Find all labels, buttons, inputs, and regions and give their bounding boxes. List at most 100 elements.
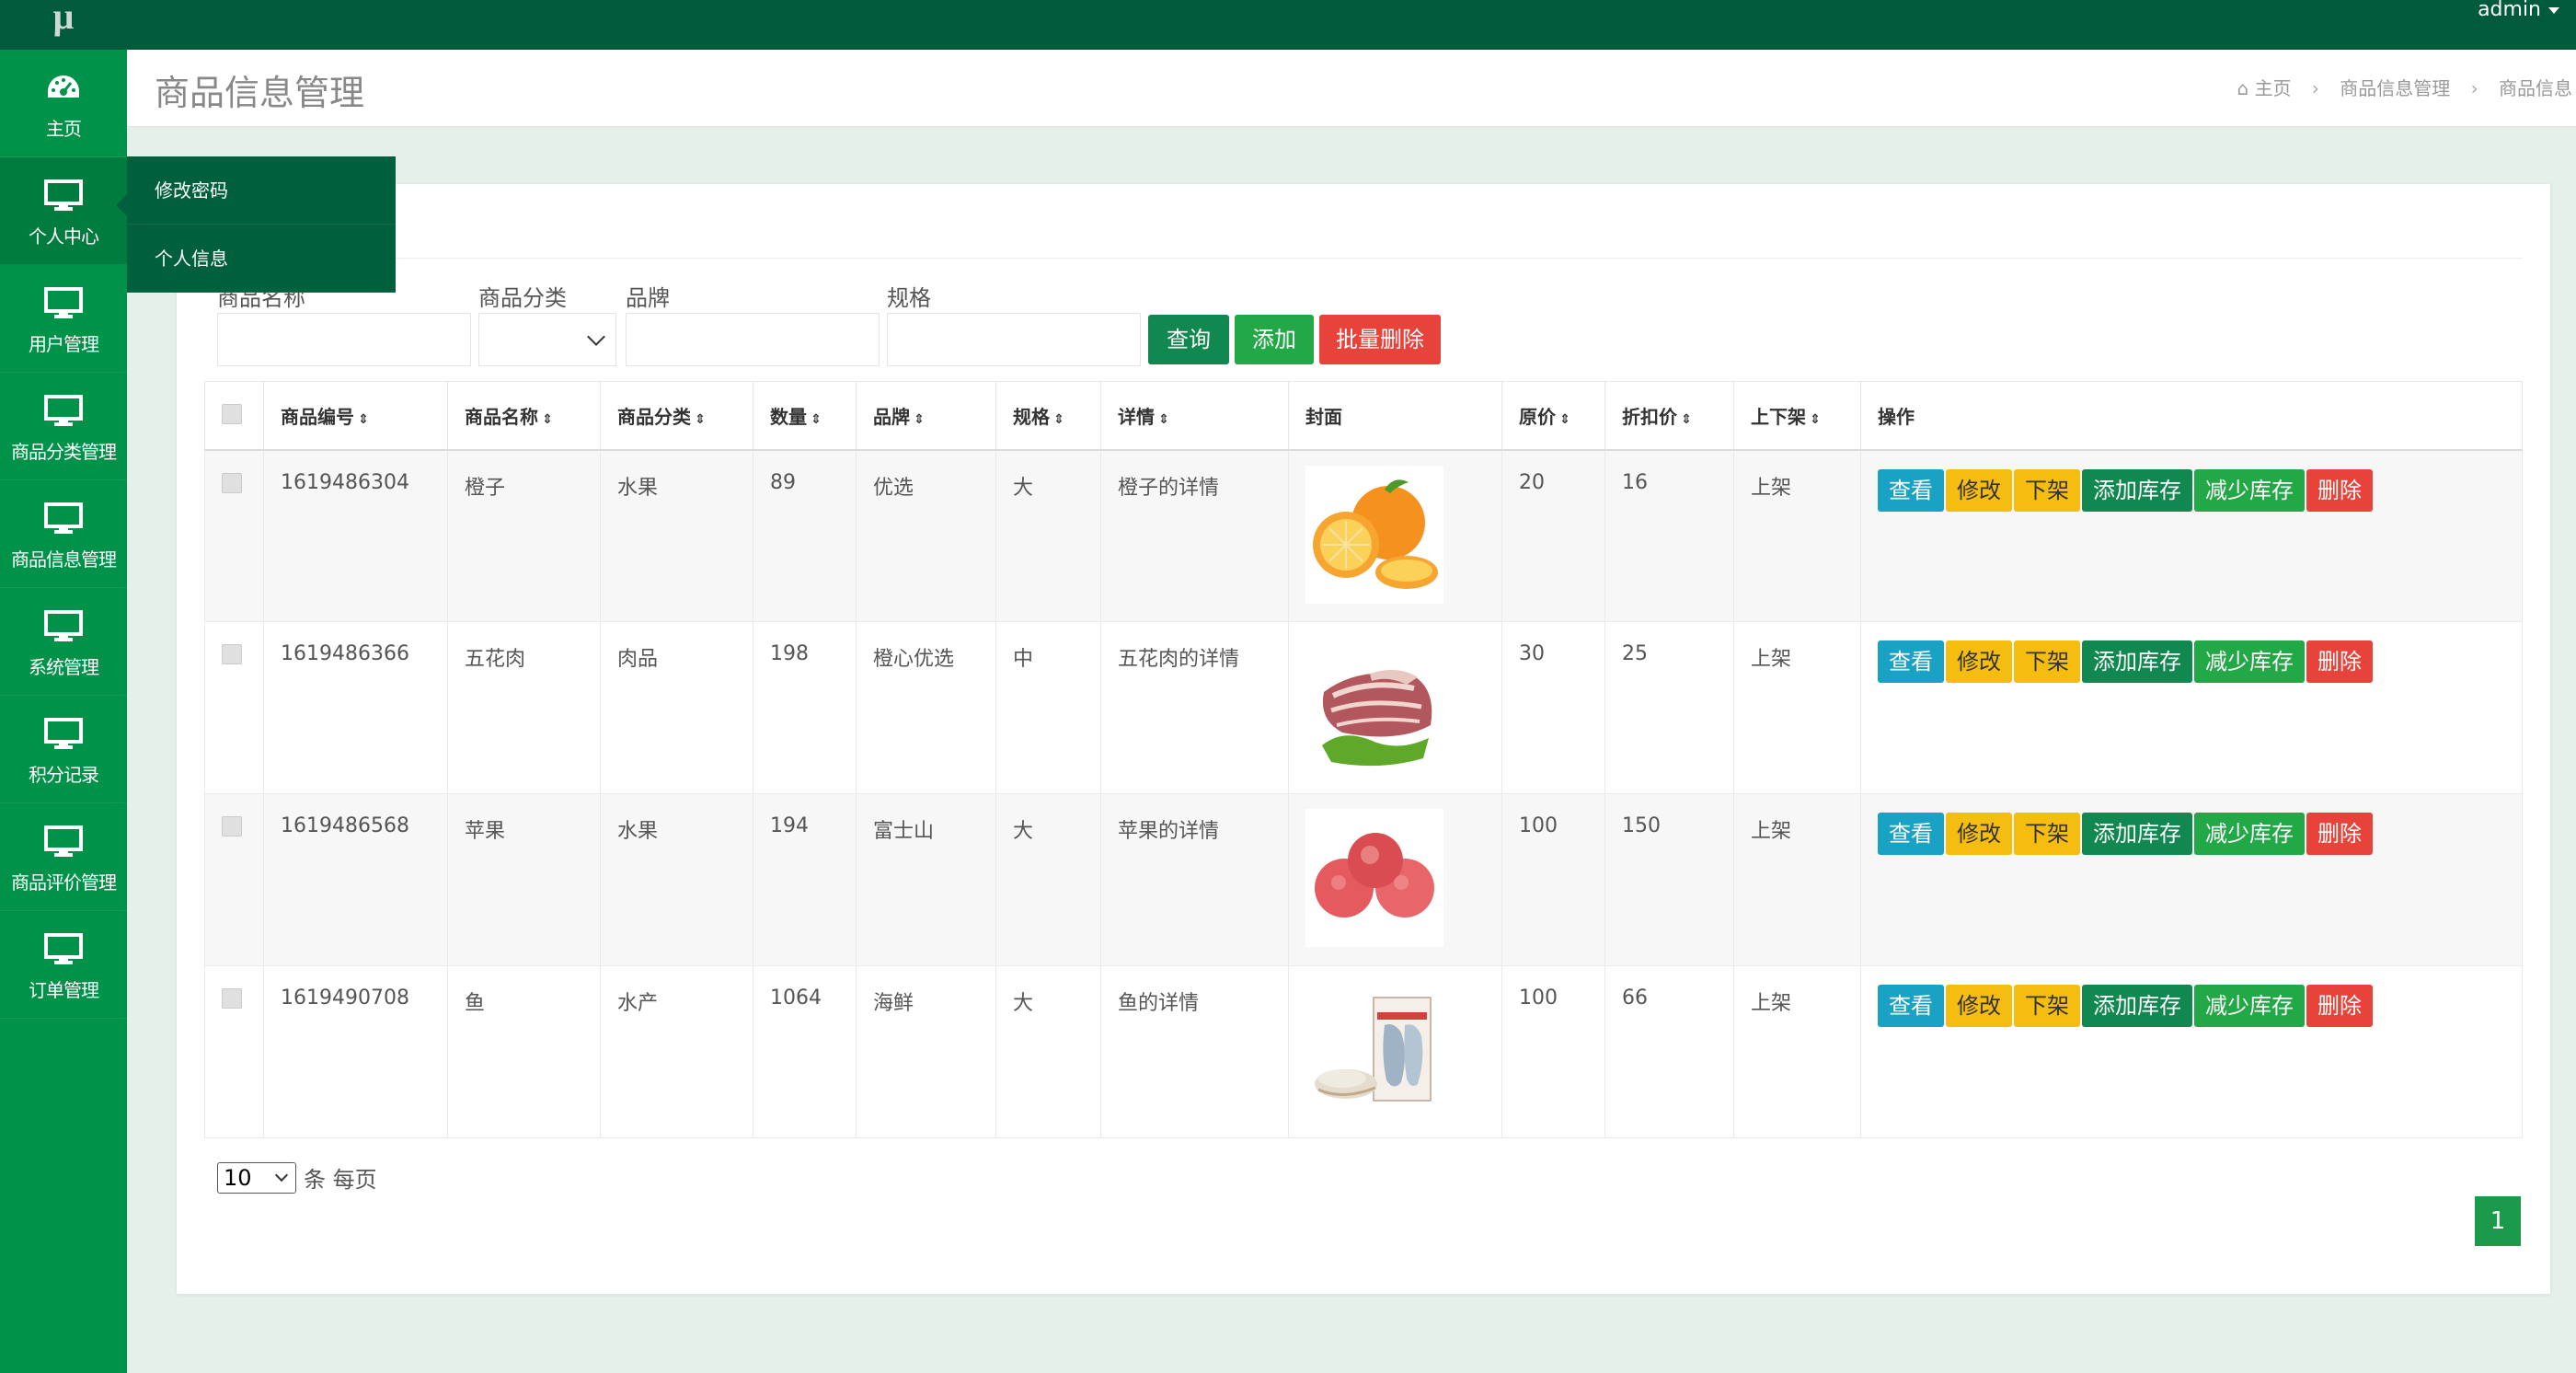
caret-down-icon [2548, 6, 2559, 14]
cell-detail: 五花肉的详情 [1100, 621, 1289, 794]
sidebar-item-products[interactable]: 商品信息管理 [0, 480, 127, 588]
breadcrumb-section[interactable]: 商品信息管理 [2340, 77, 2450, 99]
category-select[interactable] [478, 313, 616, 366]
view-button[interactable]: 查看 [1878, 813, 1944, 855]
sidebar-item-category[interactable]: 商品分类管理 [0, 373, 127, 480]
unlist-button[interactable]: 下架 [2014, 468, 2080, 512]
sidebar-item-label: 商品评价管理 [11, 871, 117, 894]
view-button[interactable]: 查看 [1878, 468, 1944, 512]
add-stock-button[interactable]: 添加库存 [2082, 468, 2192, 512]
cell-id: 1619486366 [263, 621, 448, 794]
reduce-stock-button[interactable]: 减少库存 [2194, 985, 2305, 1027]
monitor-icon [44, 825, 83, 862]
column-header-discount[interactable]: 折扣价 ⇕ [1604, 381, 1734, 451]
cell-name: 苹果 [447, 793, 601, 966]
sidebar-item-points[interactable]: 积分记录 [0, 696, 127, 803]
row-checkbox[interactable] [222, 816, 242, 836]
add-button[interactable]: 添加 [1235, 315, 1314, 364]
delete-button[interactable]: 删除 [2306, 985, 2373, 1027]
fish-image [1305, 981, 1443, 1119]
view-button[interactable]: 查看 [1878, 640, 1944, 683]
brand-input[interactable] [626, 313, 880, 366]
spec-input[interactable] [887, 313, 1141, 366]
edit-button[interactable]: 修改 [1946, 813, 2012, 855]
add-stock-button[interactable]: 添加库存 [2082, 640, 2192, 683]
column-header-category[interactable]: 商品分类 ⇕ [600, 381, 753, 451]
reduce-stock-button[interactable]: 减少库存 [2194, 813, 2305, 855]
submenu-item-change-password[interactable]: 修改密码 [127, 156, 396, 225]
cell-status: 上架 [1733, 793, 1861, 966]
select-all-checkbox[interactable] [222, 403, 242, 424]
edit-button[interactable]: 修改 [1946, 985, 2012, 1027]
delete-button[interactable]: 删除 [2306, 813, 2373, 855]
sidebar-item-system[interactable]: 系统管理 [0, 588, 127, 696]
sidebar-item-personal-center[interactable]: 个人中心 [0, 157, 127, 265]
table-row: 1619490708 鱼 水产 1064 海鲜 大 鱼的详情 100 66 上架… [204, 965, 2523, 1138]
cell-name: 五花肉 [447, 621, 601, 794]
cell-id: 1619486568 [263, 793, 448, 966]
user-menu[interactable]: admin [2478, 0, 2559, 20]
unlist-button[interactable]: 下架 [2014, 813, 2080, 855]
batch-delete-button[interactable]: 批量删除 [1319, 315, 1441, 364]
sort-icon: ⇕ [1810, 411, 1821, 427]
cell-category: 肉品 [600, 621, 753, 794]
view-button[interactable]: 查看 [1878, 985, 1944, 1027]
column-header-status[interactable]: 上下架 ⇕ [1733, 381, 1861, 451]
column-header-id[interactable]: 商品编号 ⇕ [263, 381, 448, 451]
cell-discount: 66 [1604, 965, 1734, 1138]
row-checkbox[interactable] [222, 472, 242, 493]
pork-image [1305, 637, 1443, 775]
column-header-cover: 封面 [1288, 381, 1502, 451]
sort-icon: ⇕ [914, 411, 925, 427]
sidebar-item-label: 商品分类管理 [11, 441, 117, 463]
edit-button[interactable]: 修改 [1946, 640, 2012, 683]
column-header-name[interactable]: 商品名称 ⇕ [447, 381, 601, 451]
apple-image [1305, 809, 1443, 947]
monitor-icon [44, 395, 83, 432]
row-checkbox[interactable] [222, 988, 242, 1009]
cell-category: 水果 [600, 449, 753, 622]
column-header-brand[interactable]: 品牌 ⇕ [856, 381, 996, 451]
delete-button[interactable]: 删除 [2306, 468, 2373, 512]
sidebar-item-label: 主页 [46, 118, 82, 140]
table-row: 1619486366 五花肉 肉品 198 橙心优选 中 五花肉的详情 30 2… [204, 621, 2523, 794]
cell-brand: 优选 [856, 449, 996, 622]
cell-price: 100 [1501, 965, 1605, 1138]
monitor-icon [44, 718, 83, 755]
table-row: 1619486568 苹果 水果 194 富士山 大 苹果的详情 100 150… [204, 793, 2523, 966]
cell-status: 上架 [1733, 621, 1861, 794]
unlist-button[interactable]: 下架 [2014, 640, 2080, 683]
reduce-stock-button[interactable]: 减少库存 [2194, 468, 2305, 512]
cell-id: 1619486304 [263, 449, 448, 622]
breadcrumb-home[interactable]: 主页 [2255, 77, 2292, 99]
row-checkbox[interactable] [222, 644, 242, 664]
sidebar-item-users[interactable]: 用户管理 [0, 265, 127, 373]
page-button-current[interactable]: 1 [2475, 1196, 2521, 1246]
breadcrumb: ⌂ 主页 › 商品信息管理 › 商品信息 [2237, 74, 2573, 100]
cell-detail: 苹果的详情 [1100, 793, 1289, 966]
column-header-detail[interactable]: 详情 ⇕ [1100, 381, 1289, 451]
monitor-icon [44, 610, 83, 647]
edit-button[interactable]: 修改 [1946, 468, 2012, 512]
sidebar-item-label: 订单管理 [29, 979, 99, 1001]
page-size-select[interactable]: 10 [217, 1161, 296, 1194]
cell-qty: 198 [753, 621, 857, 794]
column-header-qty[interactable]: 数量 ⇕ [753, 381, 857, 451]
add-stock-button[interactable]: 添加库存 [2082, 985, 2192, 1027]
reduce-stock-button[interactable]: 减少库存 [2194, 640, 2305, 683]
sidebar-item-home[interactable]: 主页 [0, 50, 127, 157]
sidebar-item-reviews[interactable]: 商品评价管理 [0, 803, 127, 911]
column-header-price[interactable]: 原价 ⇕ [1501, 381, 1605, 451]
delete-button[interactable]: 删除 [2306, 640, 2373, 683]
sort-icon: ⇕ [695, 411, 706, 427]
sidebar-item-orders[interactable]: 订单管理 [0, 911, 127, 1019]
sidebar-item-label: 商品信息管理 [11, 548, 117, 571]
add-stock-button[interactable]: 添加库存 [2082, 813, 2192, 855]
chevron-right-icon: › [2311, 77, 2319, 99]
submenu-item-profile[interactable]: 个人信息 [127, 225, 396, 293]
query-button[interactable]: 查询 [1148, 315, 1229, 364]
column-header-spec[interactable]: 规格 ⇕ [995, 381, 1101, 451]
unlist-button[interactable]: 下架 [2014, 985, 2080, 1027]
home-icon: ⌂ [2237, 77, 2249, 99]
name-input[interactable] [217, 313, 471, 366]
